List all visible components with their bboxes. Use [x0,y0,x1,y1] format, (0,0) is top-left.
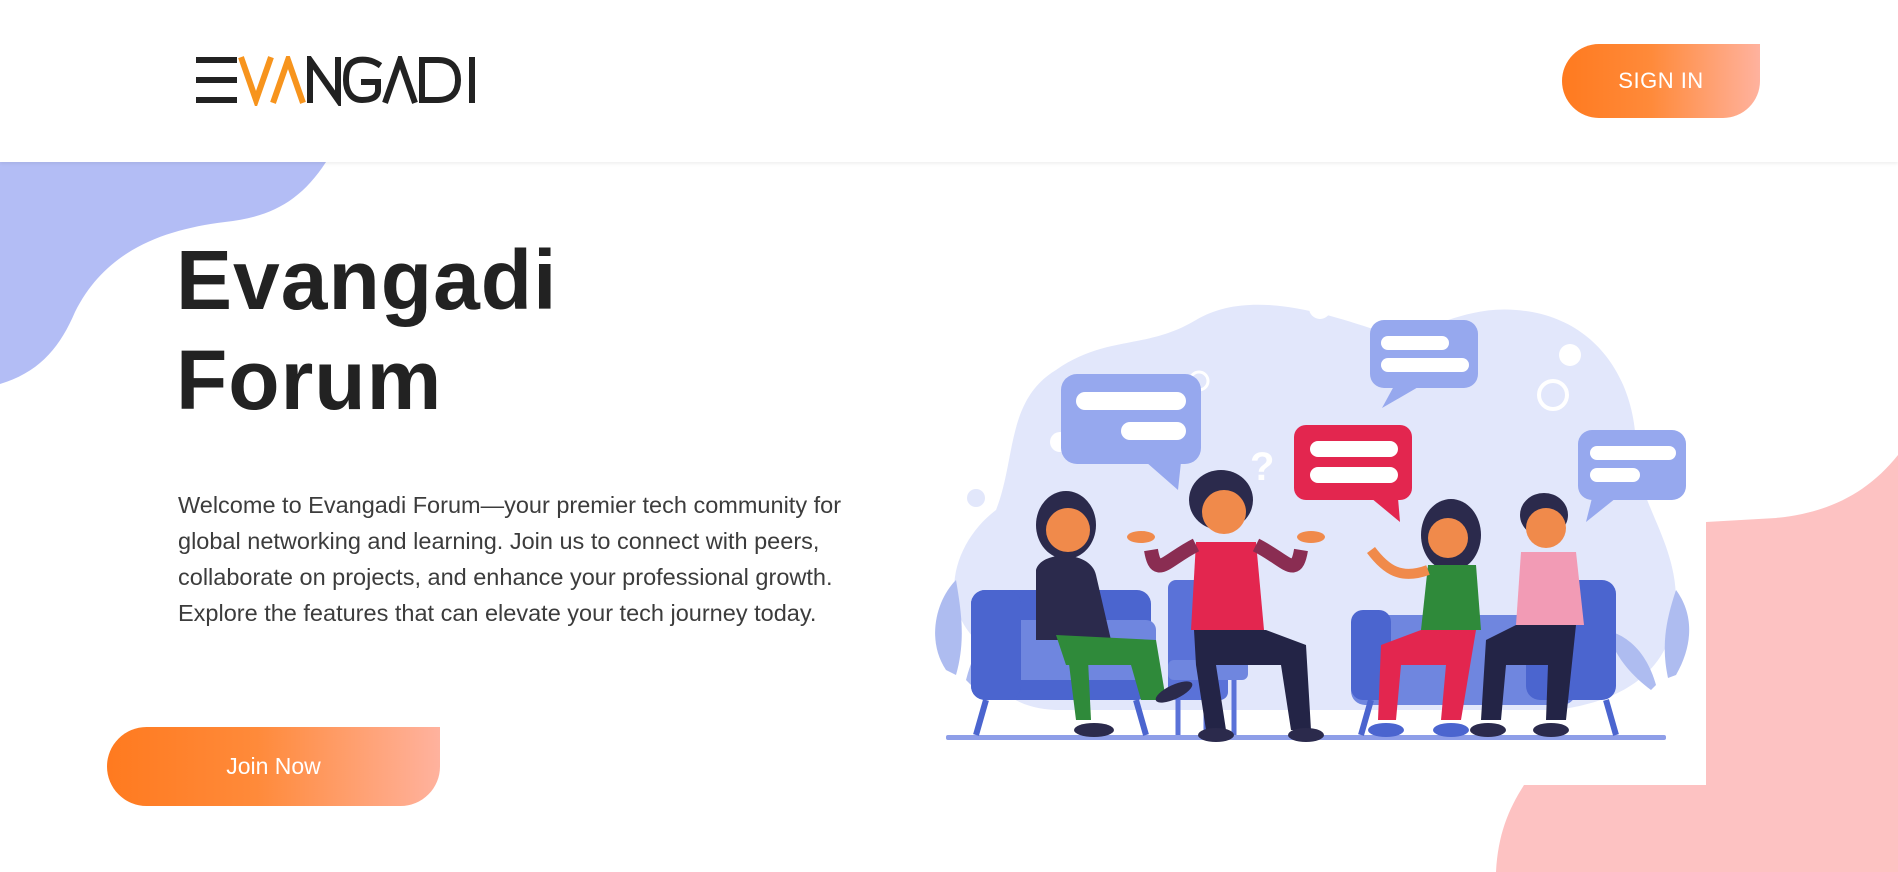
svg-text:?: ? [1250,445,1274,489]
title-line-1: Evangadi [176,233,558,327]
people-discussion-illustration: ? [935,297,1690,742]
join-now-button[interactable]: Join Now [107,727,440,806]
page-title: Evangadi Forum [176,230,557,430]
sign-in-button[interactable]: SIGN IN [1562,44,1760,118]
site-header: SIGN IN [0,0,1898,162]
hero-description: Welcome to Evangadi Forum—your premier t… [178,492,842,626]
evangadi-logo[interactable] [196,56,496,106]
title-line-2: Forum [176,333,443,427]
